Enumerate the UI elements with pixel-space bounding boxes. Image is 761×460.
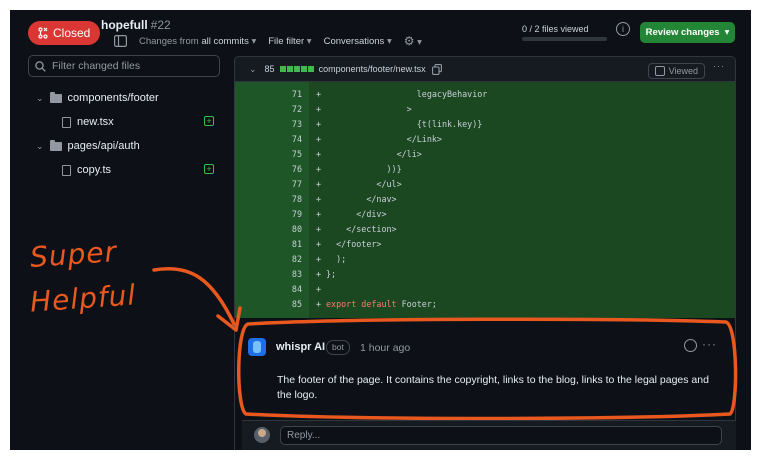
- reply-input[interactable]: Reply...: [280, 426, 722, 445]
- chevron-down-icon: ▾: [251, 35, 257, 47]
- tree-folder-pages-api-auth[interactable]: ⌄ pages/api/auth: [36, 139, 140, 152]
- reply-row: Reply...: [242, 420, 736, 450]
- diff-line: 77 + </ul>: [291, 179, 402, 189]
- pr-title: hopefull #22: [101, 18, 171, 32]
- diff-line: 80 + </section>: [291, 224, 397, 234]
- diff-line: 84 +: [291, 284, 322, 294]
- tree-file-new-tsx[interactable]: new.tsx: [62, 116, 114, 128]
- search-icon: [35, 60, 46, 72]
- sidebar-toggle-icon[interactable]: [114, 35, 127, 47]
- filter-changed-files-input[interactable]: Filter changed files: [28, 55, 220, 77]
- tree-folder-components-footer[interactable]: ⌄ components/footer: [36, 91, 159, 104]
- diff-line: 81 + </footer>: [291, 239, 382, 249]
- chevron-down-icon[interactable]: ⌄: [249, 64, 257, 75]
- diff-line: 73 + {t(link.key)}: [291, 119, 483, 129]
- export-name: Footer;: [401, 299, 437, 309]
- diff-line: 75 + </li>: [291, 149, 422, 159]
- conversations-dropdown[interactable]: Conversations ▾: [324, 36, 392, 47]
- chevron-down-icon: ⌄: [36, 92, 44, 103]
- file-added-icon: +: [204, 164, 214, 174]
- chevron-down-icon: ▾: [306, 35, 312, 47]
- tree-file-copy-ts[interactable]: copy.ts: [62, 164, 111, 176]
- annotation-arrow: [152, 267, 242, 332]
- avatar: [254, 427, 270, 443]
- diffstat-bar: [279, 66, 314, 72]
- files-viewed-counter: 0 / 2 files viewed: [522, 24, 589, 34]
- file-icon: [62, 164, 71, 176]
- diff-line: 79 + </div>: [291, 209, 387, 219]
- annotation-text-line1: Super: [28, 235, 119, 274]
- export-keyword: export default: [326, 299, 397, 309]
- kebab-menu-icon[interactable]: ···: [713, 61, 725, 71]
- file-header: ⌄ 85 components/footer/new.tsx Viewed ··…: [234, 56, 736, 82]
- folder-icon: [49, 139, 62, 151]
- gear-icon: ⚙: [403, 34, 415, 48]
- checkbox-icon: [654, 66, 665, 76]
- changes-from-dropdown[interactable]: Changes from all commits ▾: [139, 36, 256, 47]
- review-changes-button[interactable]: Review changes ▾: [640, 22, 735, 43]
- status-badge-label: Closed: [53, 26, 91, 40]
- diff-view: 71 + legacyBehavior 72 + > 73 + {t(link.key…: [234, 82, 736, 318]
- chevron-down-icon: ▾: [386, 35, 392, 47]
- diff-line: 82 + );: [291, 254, 347, 264]
- chevron-down-icon: ⌄: [36, 140, 44, 151]
- repo-name[interactable]: hopefull: [101, 18, 148, 32]
- diff-line: 76 + ))}: [291, 164, 402, 174]
- viewed-checkbox[interactable]: Viewed: [647, 63, 705, 79]
- files-viewed-progress: [522, 37, 607, 41]
- settings-dropdown[interactable]: ⚙ ▾: [404, 34, 422, 48]
- annotation-text-line2: Helpful: [28, 278, 138, 319]
- info-icon[interactable]: i: [616, 22, 630, 36]
- file-icon: [62, 116, 71, 128]
- diff-line: 71 + legacyBehavior: [291, 89, 488, 99]
- diff-line: 74 + </Link>: [291, 134, 442, 144]
- diff-line: 83 +};: [291, 269, 337, 279]
- file-path[interactable]: components/footer/new.tsx: [319, 64, 426, 74]
- file-filter-dropdown[interactable]: File filter ▾: [268, 36, 311, 47]
- pull-request-closed-icon: [38, 27, 48, 39]
- additions-count: 85: [264, 64, 275, 74]
- export-statement: export default Footer;: [326, 297, 437, 312]
- chevron-down-icon: ▾: [724, 27, 730, 38]
- copy-icon[interactable]: [431, 63, 442, 75]
- diff-toolbar: Changes from all commits ▾ File filter ▾…: [114, 34, 422, 48]
- chevron-down-icon: ▾: [417, 37, 422, 48]
- annotation-circle: [236, 317, 738, 420]
- diff-line: 72 + >: [291, 104, 412, 114]
- status-badge: Closed: [28, 21, 101, 45]
- pr-number: #22: [150, 18, 171, 32]
- diff-line: 78 + </nav>: [291, 194, 397, 204]
- folder-icon: [49, 91, 62, 103]
- diff-line: 85 + export default Footer;: [235, 297, 735, 312]
- app-window: Closed hopefull #22 Changes from all comm…: [10, 10, 751, 450]
- file-added-icon: +: [204, 116, 214, 126]
